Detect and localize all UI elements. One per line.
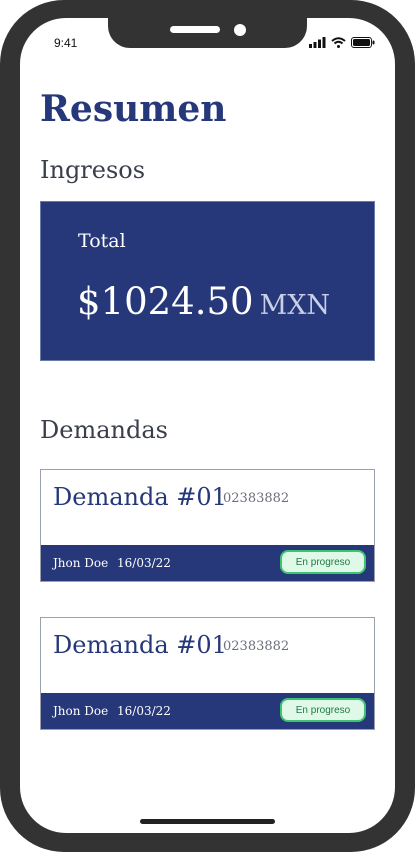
demand-user: Jhon Doe — [53, 556, 109, 570]
status-time: 9:41 — [54, 36, 78, 50]
amount-value: 1024.50 — [100, 280, 254, 323]
battery-icon — [351, 36, 375, 48]
wifi-icon — [331, 36, 346, 48]
demand-date: 16/03/22 — [117, 704, 171, 718]
status-badge: En progreso — [280, 698, 366, 722]
status-badge: En progreso — [280, 550, 366, 574]
income-total-label: Total — [78, 230, 126, 252]
front-camera — [234, 24, 246, 36]
income-total-amount: $1024.50 MXN — [77, 280, 330, 323]
demand-title: Demanda #01 — [53, 631, 227, 659]
home-indicator[interactable] — [140, 819, 275, 824]
demand-code: 02383882 — [223, 639, 290, 654]
currency-code: MXN — [259, 290, 331, 321]
income-section-title: Ingresos — [40, 156, 146, 184]
demand-footer: Jhon Doe 16/03/22 En progreso — [41, 545, 374, 581]
demands-section-title: Demandas — [40, 416, 168, 444]
speaker — [170, 26, 220, 33]
page-title: Resumen — [40, 88, 227, 130]
status-icons — [309, 36, 375, 48]
income-card: Total $1024.50 MXN — [40, 201, 375, 361]
demand-date: 16/03/22 — [117, 556, 171, 570]
notch — [108, 18, 307, 48]
demand-footer: Jhon Doe 16/03/22 En progreso — [41, 693, 374, 729]
demand-user: Jhon Doe — [53, 704, 109, 718]
currency-symbol: $ — [77, 280, 101, 323]
demand-title: Demanda #01 — [53, 483, 227, 511]
demand-card[interactable]: Demanda #01 02383882 Jhon Doe 16/03/22 E… — [40, 617, 375, 730]
demand-code: 02383882 — [223, 491, 290, 506]
signal-icon — [309, 36, 326, 48]
demand-card[interactable]: Demanda #01 02383882 Jhon Doe 16/03/22 E… — [40, 469, 375, 582]
